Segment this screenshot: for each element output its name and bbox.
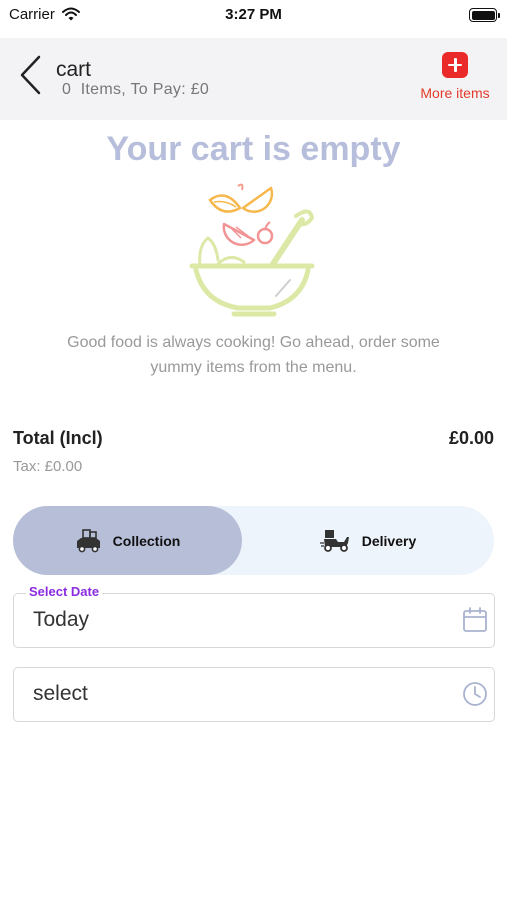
select-time-field[interactable]: select xyxy=(13,667,495,722)
battery-icon xyxy=(469,8,500,22)
select-date-field[interactable]: Select Date Today xyxy=(13,584,495,648)
order-type-toggle: Collection Delivery xyxy=(13,506,494,575)
status-bar: Carrier 3:27 PM xyxy=(0,0,507,32)
tax-amount: Tax: £0.00 xyxy=(13,458,83,475)
date-value: Today xyxy=(33,608,90,631)
collection-icon xyxy=(76,528,100,552)
clock-icon[interactable] xyxy=(462,681,488,707)
cart-summary: 0 Items, To Pay: £0 xyxy=(62,81,210,98)
add-icon xyxy=(442,52,468,78)
cart-header: cart 0 Items, To Pay: £0 More items xyxy=(0,38,507,120)
delivery-label: Delivery xyxy=(361,532,417,549)
select-date-label: Select Date xyxy=(26,584,103,599)
delivery-icon xyxy=(319,529,349,552)
collection-label: Collection xyxy=(112,532,181,549)
back-arrow-icon[interactable] xyxy=(16,54,46,96)
empty-cart-title: Your cart is empty xyxy=(106,130,401,168)
time-value: select xyxy=(33,682,88,705)
collection-option[interactable]: Collection xyxy=(13,506,242,575)
total-label: Total (Incl) xyxy=(13,428,103,448)
empty-cart-message: Good food is always cooking! Go ahead, o… xyxy=(67,334,440,376)
clock-time: 3:27 PM xyxy=(225,6,282,23)
salad-bowl-illustration xyxy=(189,183,315,317)
more-items-button[interactable]: More items xyxy=(415,52,495,101)
page-title: cart xyxy=(56,58,92,81)
more-items-label: More items xyxy=(420,85,490,101)
total-value: £0.00 xyxy=(448,428,494,448)
calendar-icon[interactable] xyxy=(462,607,488,633)
delivery-option[interactable]: Delivery xyxy=(242,506,494,575)
